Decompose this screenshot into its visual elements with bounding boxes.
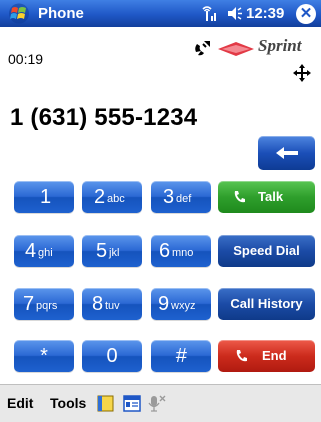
microphone-icon[interactable] — [146, 394, 166, 413]
phone-hangup-icon — [236, 350, 247, 362]
key-3[interactable]: 3 def — [151, 181, 211, 213]
speed-dial-button[interactable]: Speed Dial — [218, 235, 315, 267]
key-2[interactable]: 2 abc — [82, 181, 142, 213]
signal-strength-icon[interactable] — [201, 5, 219, 22]
call-timer: 00:19 — [8, 51, 44, 67]
end-button[interactable]: End — [218, 340, 315, 372]
tools-menu[interactable]: Tools — [50, 395, 86, 411]
contact-card-icon[interactable] — [122, 394, 142, 413]
talk-button[interactable]: Talk — [218, 181, 315, 213]
phone-icon — [234, 191, 245, 203]
backspace-button[interactable] — [258, 136, 315, 170]
windows-start-icon[interactable] — [8, 3, 30, 24]
key-pound[interactable]: # — [151, 340, 211, 372]
key-0[interactable]: 0 — [82, 340, 142, 372]
call-history-button[interactable]: Call History — [218, 288, 315, 320]
app-title: Phone — [38, 5, 84, 22]
notes-icon[interactable] — [96, 394, 116, 413]
carrier-name: Sprint — [258, 36, 302, 55]
key-9[interactable]: 9 wxyz — [151, 288, 211, 320]
left-arrow-icon — [276, 147, 298, 159]
dialed-number: 1 (631) 555-1234 — [10, 104, 198, 131]
clock[interactable]: 12:39 — [246, 5, 284, 22]
volume-icon[interactable] — [225, 5, 243, 22]
menu-bar: Edit Tools — [0, 384, 321, 422]
key-4[interactable]: 4 ghi — [14, 235, 74, 267]
key-5[interactable]: 5 jkl — [82, 235, 142, 267]
edit-menu[interactable]: Edit — [7, 395, 33, 411]
title-bar: Phone 12:39 ✕ — [0, 0, 321, 27]
key-star[interactable]: * — [14, 340, 74, 372]
key-1[interactable]: 1 — [14, 181, 74, 213]
active-call-icon — [195, 41, 210, 56]
key-7[interactable]: 7 pqrs — [14, 288, 74, 320]
key-8[interactable]: 8 tuv — [82, 288, 142, 320]
close-button[interactable]: ✕ — [296, 4, 316, 24]
key-6[interactable]: 6 mno — [151, 235, 211, 267]
move-icon[interactable] — [293, 64, 311, 82]
